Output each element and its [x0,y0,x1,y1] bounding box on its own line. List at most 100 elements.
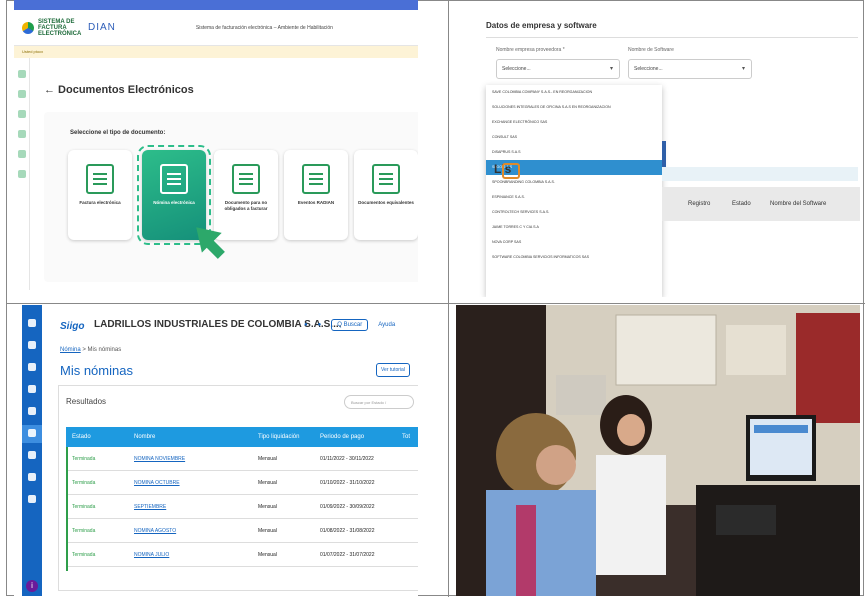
table-header: Estado Nombre Tipo liquidación Periodo d… [66,427,418,447]
col-nombre-software[interactable]: Nombre del Software [770,201,826,207]
dian-header: SISTEMA DE FACTURA ELECTRÓNICA DIAN Sist… [14,10,418,46]
col-estado[interactable]: Estado [66,434,128,440]
payroll-icon [160,164,188,194]
settings-icon[interactable] [28,473,36,481]
info-icon[interactable] [28,341,36,349]
vertical-divider [448,1,449,597]
highlight-band [662,167,858,181]
store-icon[interactable] [28,495,36,503]
page-title[interactable]: ← Documentos Electrónicos [44,84,194,96]
company-select-value: Seleccione... [502,66,531,72]
card-label: Nómina electrónica [153,200,195,205]
help-icon[interactable]: i [26,580,38,592]
card-label: Factura electrónica [79,200,121,205]
home-icon[interactable] [28,319,36,327]
office-photo-illustration [456,305,860,596]
dropdown-option[interactable]: ESPINIANCE S.A.S. [486,190,662,205]
col-tipo[interactable]: Tipo liquidación [252,434,314,440]
document-icon[interactable] [28,429,36,437]
col-registro[interactable]: Registro [688,201,710,207]
card-radian[interactable]: Eventos RADIAN [284,150,348,240]
software-select[interactable]: Seleccione... ▾ [628,59,752,79]
list-icon[interactable] [17,130,26,138]
payroll-table: Estado Nombre Tipo liquidación Periodo d… [66,427,418,567]
row-nombre[interactable]: NOMINA AGOSTO [128,528,252,534]
cursor-highlight [502,163,520,179]
breadcrumb-current: > Mis nóminas [80,347,122,353]
lock-icon[interactable] [28,451,36,459]
row-nombre[interactable]: NOMINA JULIO [128,552,252,558]
dropdown-option[interactable]: SAVE COLOMBIA COMPANY S.A.S.- EN REORGAN… [486,85,662,100]
table-row[interactable]: Terminada NOMINA JULIO Mensual 01/07/202… [66,543,418,567]
tutorial-button[interactable]: Ver tutorial [376,363,410,377]
chevron-down-icon: ▾ [609,66,613,72]
chevron-down-icon: ▾ [741,66,745,72]
dropdown-option[interactable]: NOVA CORP SAS [486,235,662,250]
card-label: Eventos RADIAN [297,200,335,205]
table-row[interactable]: Terminada NOMINA AGOSTO Mensual 01/08/20… [66,519,418,543]
row-tipo: Mensual [258,503,277,510]
divider [486,37,858,38]
bell-icon[interactable] [28,363,36,371]
documents-icon [372,164,400,194]
dropdown-option[interactable]: CONTROLTECH SERVICES S.A.S. [486,205,662,220]
table-row[interactable]: Terminada NOMINA OCTUBRE Mensual 01/10/2… [66,471,418,495]
cart-icon[interactable] [28,385,36,393]
card-equivalentes[interactable]: Documentos equivalentes [354,150,418,240]
col-periodo[interactable]: Periodo de pago [314,434,402,440]
dropdown-option[interactable]: DISAPRUS S.A.S [486,145,662,160]
row-estado: Terminada [72,503,96,510]
dropdown-option[interactable]: EXCHANGE ELECTRÓNICO SAS [486,115,662,130]
settings-icon[interactable] [17,150,26,158]
software-select-value: Seleccione... [634,66,663,72]
logo-icon [22,21,34,34]
table-row[interactable]: Terminada NOMINA NOVIEMBRE Mensual 01/11… [66,447,418,471]
card-factura[interactable]: Factura electrónica [68,150,132,240]
home-icon[interactable] [17,90,26,98]
user-icon[interactable] [17,170,26,178]
dian-brand: DIAN [88,22,116,33]
dropdown-option[interactable]: SOLUCIONES INTEGRALES DE OFICINA S.A.S E… [486,100,662,115]
row-nombre[interactable]: SEPTIEMBRE [128,504,252,510]
row-nombre[interactable]: NOMINA OCTUBRE [128,480,252,486]
company-label: Nombre empresa proveedora * [496,47,565,53]
dian-sidebar [14,58,30,290]
col-nombre[interactable]: Nombre [128,434,252,440]
browser-top-bar [14,0,418,10]
search-button[interactable]: Q Buscar [331,319,369,331]
top-toolbar: ● ● Q Buscar Ayuda [304,319,395,331]
col-total[interactable]: Tot [402,434,418,440]
payroll-icon[interactable] [28,407,36,415]
dropdown-option[interactable]: CONSULT SAS [486,130,662,145]
company-select[interactable]: Seleccione... ▾ [496,59,620,79]
table-row[interactable]: Terminada SEPTIEMBRE Mensual 01/09/2022 … [66,495,418,519]
row-periodo: 01/08/2022 - 31/08/2022 [320,527,375,534]
search-input[interactable]: Buscar por Estado / [344,395,414,409]
row-tipo: Mensual [258,455,277,462]
row-estado: Terminada [72,455,96,462]
breadcrumb-link[interactable]: Nómina [60,347,81,353]
col-estado[interactable]: Estado [732,201,751,207]
notification-icon[interactable]: ● [304,322,308,328]
info-icon[interactable]: ● [318,322,322,328]
dropdown-option[interactable]: SOFTWARE COLOMBIA SERVICIOS INFORMATICOS… [486,250,662,265]
row-periodo: 01/07/2022 - 31/07/2022 [320,551,375,558]
events-icon [302,164,330,194]
company-dropdown-list[interactable]: SAVE COLOMBIA COMPANY S.A.S.- EN REORGAN… [486,85,662,297]
document-check-icon [232,164,260,194]
menu-icon[interactable] [17,70,26,78]
row-periodo: 01/10/2022 - 31/10/2022 [320,479,375,486]
dian-panel: SISTEMA DE FACTURA ELECTRÓNICA DIAN Sist… [14,0,418,290]
doc-icon[interactable] [17,110,26,118]
row-periodo: 01/09/2022 - 30/09/2022 [320,503,375,510]
row-tipo: Mensual [258,527,277,534]
dropdown-option[interactable]: JAIME TORRES C Y CIA S.A [486,220,662,235]
card-no-obligados[interactable]: Documento para no obligados a facturar [214,150,278,240]
software-label: Nombre de Software [628,47,674,53]
siigo-logo: Siigo [60,321,85,332]
help-link[interactable]: Ayuda [378,322,395,328]
select-label: Seleccione el tipo de documento: [70,130,166,136]
office-photo [456,305,860,596]
row-nombre[interactable]: NOMINA NOVIEMBRE [128,456,252,462]
results-label: Resultados [66,397,107,406]
